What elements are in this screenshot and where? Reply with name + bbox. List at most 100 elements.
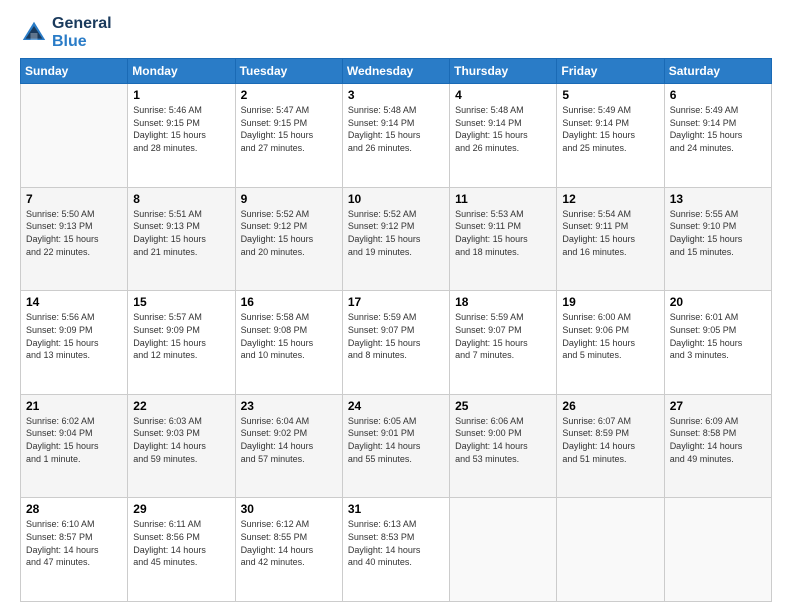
day-number: 31: [348, 502, 444, 516]
calendar-cell: 15 Sunrise: 5:57 AMSunset: 9:09 PMDayligh…: [128, 291, 235, 395]
page: General Blue SundayMondayTuesdayWednesda…: [0, 0, 792, 612]
day-info: Sunrise: 6:04 AMSunset: 9:02 PMDaylight:…: [241, 415, 337, 465]
day-number: 25: [455, 399, 551, 413]
calendar-cell: [664, 498, 771, 602]
logo-icon: [20, 19, 48, 47]
day-info: Sunrise: 5:50 AMSunset: 9:13 PMDaylight:…: [26, 208, 122, 258]
day-number: 21: [26, 399, 122, 413]
calendar-cell: 22 Sunrise: 6:03 AMSunset: 9:03 PMDayligh…: [128, 394, 235, 498]
day-number: 28: [26, 502, 122, 516]
day-number: 17: [348, 295, 444, 309]
day-number: 16: [241, 295, 337, 309]
calendar-week-row: 28Sunrise: 6:10 AMSunset: 8:57 PMDayligh…: [21, 498, 772, 602]
calendar-cell: 29 Sunrise: 6:11 AMSunset: 8:56 PMDayligh…: [128, 498, 235, 602]
day-number: 14: [26, 295, 122, 309]
weekday-header-sunday: Sunday: [21, 59, 128, 84]
day-info: Sunrise: 6:11 AMSunset: 8:56 PMDaylight:…: [133, 518, 229, 568]
day-info: Sunrise: 6:06 AMSunset: 9:00 PMDaylight:…: [455, 415, 551, 465]
day-number: 11: [455, 192, 551, 206]
day-info: Sunrise: 5:53 AMSunset: 9:11 PMDaylight:…: [455, 208, 551, 258]
calendar-cell: 4 Sunrise: 5:48 AMSunset: 9:14 PMDaylight…: [450, 84, 557, 188]
day-info: Sunrise: 6:03 AMSunset: 9:03 PMDaylight:…: [133, 415, 229, 465]
calendar-cell: 17 Sunrise: 5:59 AMSunset: 9:07 PMDayligh…: [342, 291, 449, 395]
day-number: 8: [133, 192, 229, 206]
logo: General Blue: [20, 15, 112, 50]
calendar-week-row: 1Sunrise: 5:46 AMSunset: 9:15 PMDaylight…: [21, 84, 772, 188]
calendar-week-row: 7 Sunrise: 5:50 AMSunset: 9:13 PMDaylight…: [21, 187, 772, 291]
calendar-week-row: 14 Sunrise: 5:56 AMSunset: 9:09 PMDayligh…: [21, 291, 772, 395]
day-number: 4: [455, 88, 551, 102]
day-number: 23: [241, 399, 337, 413]
day-info: Sunrise: 5:52 AMSunset: 9:12 PMDaylight:…: [348, 208, 444, 258]
calendar-cell: 9 Sunrise: 5:52 AMSunset: 9:12 PMDaylight…: [235, 187, 342, 291]
weekday-header-friday: Friday: [557, 59, 664, 84]
day-number: 29: [133, 502, 229, 516]
calendar-cell: 20Sunrise: 6:01 AMSunset: 9:05 PMDayligh…: [664, 291, 771, 395]
weekday-header-tuesday: Tuesday: [235, 59, 342, 84]
calendar-cell: 11 Sunrise: 5:53 AMSunset: 9:11 PMDayligh…: [450, 187, 557, 291]
weekday-header-thursday: Thursday: [450, 59, 557, 84]
day-info: Sunrise: 6:12 AMSunset: 8:55 PMDaylight:…: [241, 518, 337, 568]
calendar-cell: 19Sunrise: 6:00 AMSunset: 9:06 PMDayligh…: [557, 291, 664, 395]
calendar-cell: 14 Sunrise: 5:56 AMSunset: 9:09 PMDayligh…: [21, 291, 128, 395]
day-number: 10: [348, 192, 444, 206]
day-number: 30: [241, 502, 337, 516]
calendar-cell: 23 Sunrise: 6:04 AMSunset: 9:02 PMDayligh…: [235, 394, 342, 498]
calendar-cell: 8 Sunrise: 5:51 AMSunset: 9:13 PMDaylight…: [128, 187, 235, 291]
day-info: Sunrise: 5:57 AMSunset: 9:09 PMDaylight:…: [133, 311, 229, 361]
calendar-cell: 12 Sunrise: 5:54 AMSunset: 9:11 PMDayligh…: [557, 187, 664, 291]
calendar-cell: 18 Sunrise: 5:59 AMSunset: 9:07 PMDayligh…: [450, 291, 557, 395]
day-info: Sunrise: 6:02 AMSunset: 9:04 PMDaylight:…: [26, 415, 122, 465]
day-number: 1: [133, 88, 229, 102]
calendar-table: SundayMondayTuesdayWednesdayThursdayFrid…: [20, 58, 772, 602]
day-info: Sunrise: 5:52 AMSunset: 9:12 PMDaylight:…: [241, 208, 337, 258]
day-info: Sunrise: 6:13 AMSunset: 8:53 PMDaylight:…: [348, 518, 444, 568]
calendar-cell: 1Sunrise: 5:46 AMSunset: 9:15 PMDaylight…: [128, 84, 235, 188]
day-number: 2: [241, 88, 337, 102]
day-number: 15: [133, 295, 229, 309]
calendar-cell: 6Sunrise: 5:49 AMSunset: 9:14 PMDaylight…: [664, 84, 771, 188]
day-info: Sunrise: 5:48 AMSunset: 9:14 PMDaylight:…: [455, 104, 551, 154]
day-info: Sunrise: 5:59 AMSunset: 9:07 PMDaylight:…: [455, 311, 551, 361]
day-info: Sunrise: 6:01 AMSunset: 9:05 PMDaylight:…: [670, 311, 766, 361]
day-number: 18: [455, 295, 551, 309]
day-info: Sunrise: 5:59 AMSunset: 9:07 PMDaylight:…: [348, 311, 444, 361]
calendar-cell: 31 Sunrise: 6:13 AMSunset: 8:53 PMDayligh…: [342, 498, 449, 602]
day-number: 13: [670, 192, 766, 206]
calendar-cell: 13 Sunrise: 5:55 AMSunset: 9:10 PMDayligh…: [664, 187, 771, 291]
day-number: 22: [133, 399, 229, 413]
day-number: 24: [348, 399, 444, 413]
day-number: 12: [562, 192, 658, 206]
calendar-cell: 28Sunrise: 6:10 AMSunset: 8:57 PMDayligh…: [21, 498, 128, 602]
day-number: 7: [26, 192, 122, 206]
calendar-header-row: SundayMondayTuesdayWednesdayThursdayFrid…: [21, 59, 772, 84]
day-info: Sunrise: 6:05 AMSunset: 9:01 PMDaylight:…: [348, 415, 444, 465]
header: General Blue: [20, 15, 772, 50]
calendar-cell: [21, 84, 128, 188]
day-info: Sunrise: 6:00 AMSunset: 9:06 PMDaylight:…: [562, 311, 658, 361]
weekday-header-monday: Monday: [128, 59, 235, 84]
day-number: 6: [670, 88, 766, 102]
day-info: Sunrise: 5:49 AMSunset: 9:14 PMDaylight:…: [562, 104, 658, 154]
calendar-cell: 10 Sunrise: 5:52 AMSunset: 9:12 PMDayligh…: [342, 187, 449, 291]
logo-text: General Blue: [52, 15, 112, 50]
day-info: Sunrise: 5:58 AMSunset: 9:08 PMDaylight:…: [241, 311, 337, 361]
calendar-cell: 24 Sunrise: 6:05 AMSunset: 9:01 PMDayligh…: [342, 394, 449, 498]
calendar-cell: 30 Sunrise: 6:12 AMSunset: 8:55 PMDayligh…: [235, 498, 342, 602]
day-number: 27: [670, 399, 766, 413]
calendar-cell: 27Sunrise: 6:09 AMSunset: 8:58 PMDayligh…: [664, 394, 771, 498]
day-number: 26: [562, 399, 658, 413]
day-info: Sunrise: 5:55 AMSunset: 9:10 PMDaylight:…: [670, 208, 766, 258]
day-info: Sunrise: 5:56 AMSunset: 9:09 PMDaylight:…: [26, 311, 122, 361]
day-info: Sunrise: 5:47 AMSunset: 9:15 PMDaylight:…: [241, 104, 337, 154]
calendar-cell: 16 Sunrise: 5:58 AMSunset: 9:08 PMDayligh…: [235, 291, 342, 395]
calendar-cell: 3Sunrise: 5:48 AMSunset: 9:14 PMDaylight…: [342, 84, 449, 188]
calendar-cell: [450, 498, 557, 602]
day-number: 3: [348, 88, 444, 102]
day-number: 9: [241, 192, 337, 206]
calendar-cell: 21 Sunrise: 6:02 AMSunset: 9:04 PMDayligh…: [21, 394, 128, 498]
day-info: Sunrise: 5:54 AMSunset: 9:11 PMDaylight:…: [562, 208, 658, 258]
day-number: 5: [562, 88, 658, 102]
day-info: Sunrise: 5:51 AMSunset: 9:13 PMDaylight:…: [133, 208, 229, 258]
calendar-cell: 25 Sunrise: 6:06 AMSunset: 9:00 PMDayligh…: [450, 394, 557, 498]
